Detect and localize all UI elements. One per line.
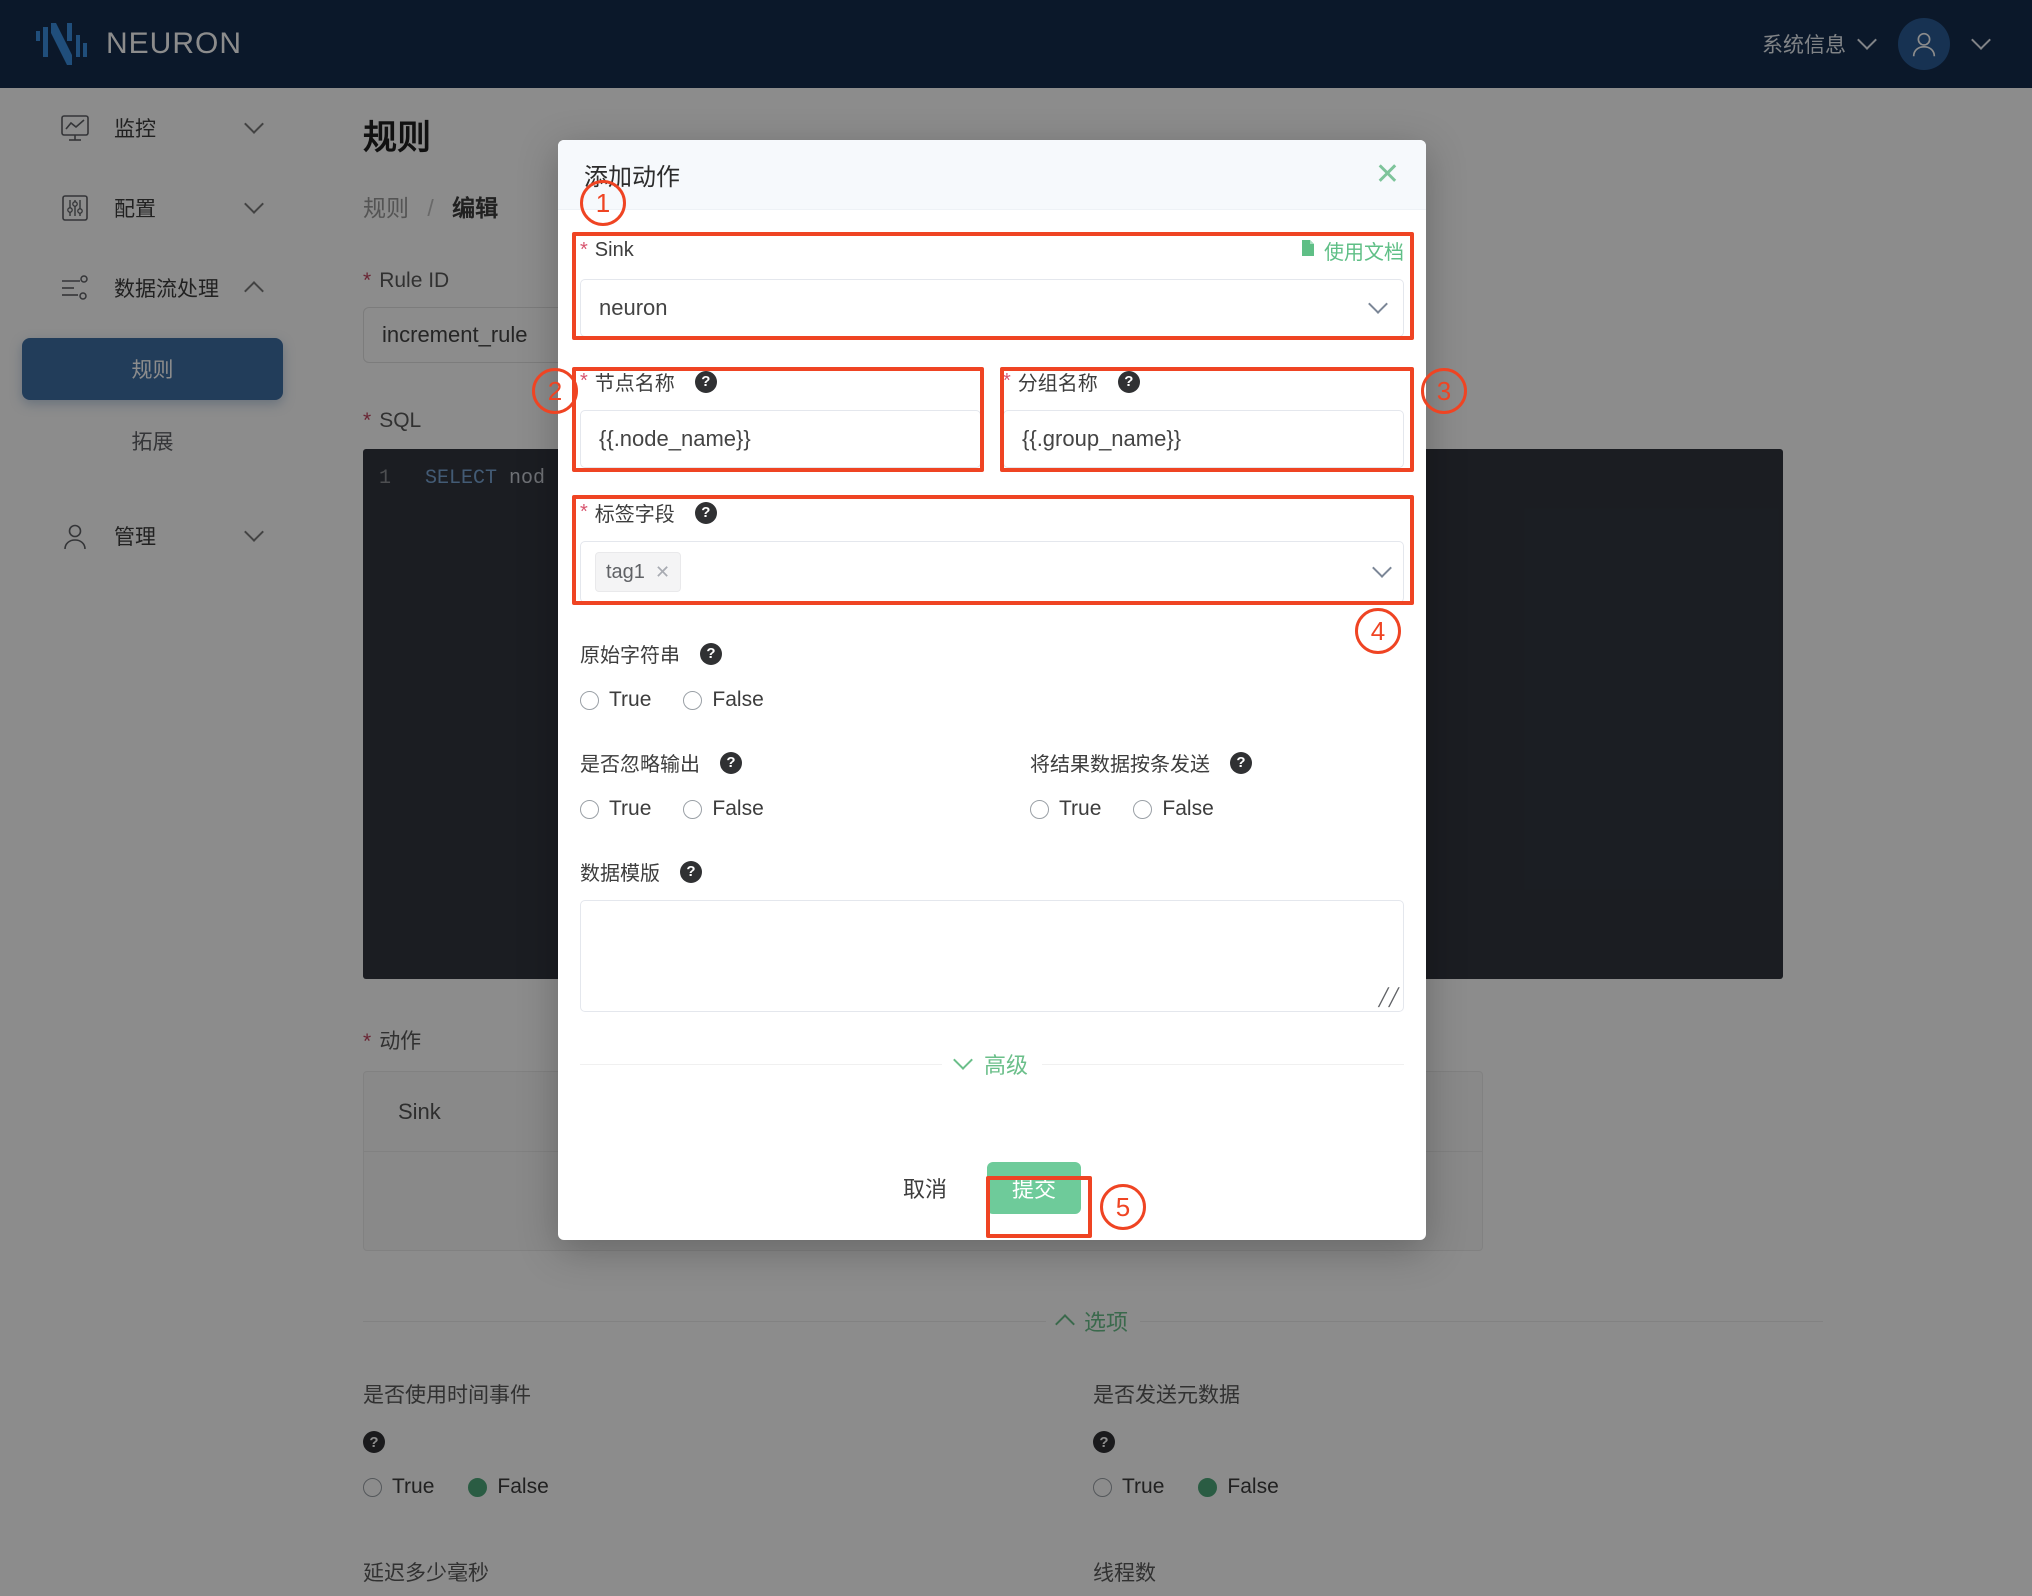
question-mark-icon[interactable]: ?	[1117, 370, 1140, 393]
modal-header: 添加动作 ✕	[558, 140, 1426, 210]
omit-output-label: 是否忽略输出	[580, 754, 700, 776]
tag-field-select[interactable]: tag1 ✕	[580, 541, 1404, 603]
output-options-row: 是否忽略输出 ? True False 将结果数据按条发送 ? True Fal…	[580, 748, 1404, 821]
omit-output-field: 是否忽略输出 ? True False	[580, 748, 992, 821]
radio-false[interactable]: False	[683, 688, 764, 712]
tag-field-label: 标签字段	[594, 504, 675, 526]
annotation-step-1: 1	[580, 180, 626, 226]
node-name-input[interactable]: {{.node_name}}	[580, 410, 981, 468]
tag-field: * 标签字段 ? tag1 ✕	[580, 498, 1404, 603]
name-fields-row: * 节点名称 ? {{.node_name}} * 分组名称 ? {{.grou…	[580, 367, 1404, 468]
send-single-label: 将结果数据按条发送	[1030, 754, 1210, 776]
node-name-value: {{.node_name}}	[599, 426, 751, 451]
advanced-label: 高级	[984, 1053, 1029, 1078]
send-single-radio-group: True False	[1030, 797, 1404, 821]
chevron-down-icon	[1368, 294, 1388, 314]
question-mark-icon[interactable]: ?	[694, 370, 717, 393]
required-asterisk: *	[580, 239, 588, 261]
group-name-label-row: * 分组名称 ?	[1003, 367, 1404, 396]
sink-label-row: * Sink 使用文档	[580, 236, 1404, 265]
modal-body: * Sink 使用文档 neuron * 节点名称 ? {{.node_name…	[558, 210, 1426, 1136]
annotation-step-5: 5	[1100, 1184, 1146, 1230]
node-name-label: 节点名称	[594, 373, 675, 395]
modal-footer: 取消 提交	[558, 1136, 1426, 1240]
raw-string-label-row: 原始字符串 ?	[580, 639, 1404, 668]
question-mark-icon[interactable]: ?	[680, 860, 702, 883]
cancel-button[interactable]: 取消	[903, 1172, 947, 1204]
submit-button[interactable]: 提交	[987, 1162, 1081, 1214]
raw-string-radio-group: True False	[580, 688, 1404, 712]
data-template-textarea[interactable]: ╱╱	[580, 900, 1404, 1012]
advanced-toggle[interactable]: 高级	[580, 1048, 1405, 1080]
tag-field-label-row: * 标签字段 ?	[580, 498, 1404, 527]
app-root: NEURON 系统信息 监控 配置 数据流处理 规则 拓展 管理 规则 规则 /…	[0, 0, 2032, 1596]
send-single-label-row: 将结果数据按条发送 ?	[1030, 748, 1404, 777]
data-template-label: 数据模版	[580, 863, 660, 885]
node-name-field: * 节点名称 ? {{.node_name}}	[580, 367, 981, 468]
annotation-step-2: 2	[532, 368, 578, 414]
radio-true[interactable]: True	[580, 688, 651, 712]
tag-chip: tag1 ✕	[595, 552, 682, 592]
usage-doc-label: 使用文档	[1324, 242, 1404, 264]
sink-label: Sink	[594, 239, 634, 261]
divider-line	[1042, 1063, 1405, 1065]
annotation-step-4: 4	[1355, 608, 1401, 654]
add-action-modal: 添加动作 ✕ * Sink 使用文档 neuron * 节点名称 ? {{.no…	[558, 140, 1426, 1240]
chevron-down-icon	[1372, 558, 1392, 578]
send-single-field: 将结果数据按条发送 ? True False	[992, 748, 1404, 821]
node-name-label-row: * 节点名称 ?	[580, 367, 981, 396]
close-small-icon[interactable]: ✕	[655, 562, 670, 583]
group-name-label: 分组名称	[1017, 373, 1098, 395]
raw-string-label: 原始字符串	[580, 645, 680, 667]
omit-output-label-row: 是否忽略输出 ?	[580, 748, 992, 777]
divider-line	[580, 1063, 942, 1065]
document-icon	[1300, 239, 1316, 263]
chevron-down-icon	[953, 1050, 973, 1070]
omit-output-radio-group: True False	[580, 797, 992, 821]
required-asterisk: *	[580, 501, 588, 523]
raw-string-field: 原始字符串 ? True False	[580, 639, 1404, 712]
sink-field: * Sink 使用文档 neuron	[580, 236, 1404, 337]
tag-chip-label: tag1	[606, 560, 645, 583]
radio-false[interactable]: False	[683, 797, 764, 821]
sink-select[interactable]: neuron	[580, 279, 1404, 337]
question-mark-icon[interactable]: ?	[700, 642, 722, 665]
group-name-value: {{.group_name}}	[1022, 426, 1182, 451]
radio-true[interactable]: True	[1030, 797, 1101, 821]
required-asterisk: *	[1003, 370, 1011, 392]
data-template-field: 数据模版 ? ╱╱	[580, 857, 1404, 1012]
group-name-input[interactable]: {{.group_name}}	[1003, 410, 1404, 468]
group-name-field: * 分组名称 ? {{.group_name}}	[1003, 367, 1404, 468]
annotation-step-3: 3	[1421, 368, 1467, 414]
usage-doc-link[interactable]: 使用文档	[1300, 236, 1404, 265]
resize-handle-icon[interactable]: ╱╱	[1379, 988, 1399, 1009]
close-icon[interactable]: ✕	[1375, 159, 1400, 190]
sink-value: neuron	[599, 295, 668, 320]
radio-false[interactable]: False	[1133, 797, 1214, 821]
data-template-label-row: 数据模版 ?	[580, 857, 1404, 886]
radio-true[interactable]: True	[580, 797, 651, 821]
question-mark-icon[interactable]: ?	[1230, 751, 1252, 774]
question-mark-icon[interactable]: ?	[694, 501, 717, 524]
question-mark-icon[interactable]: ?	[720, 751, 742, 774]
required-asterisk: *	[580, 370, 588, 392]
